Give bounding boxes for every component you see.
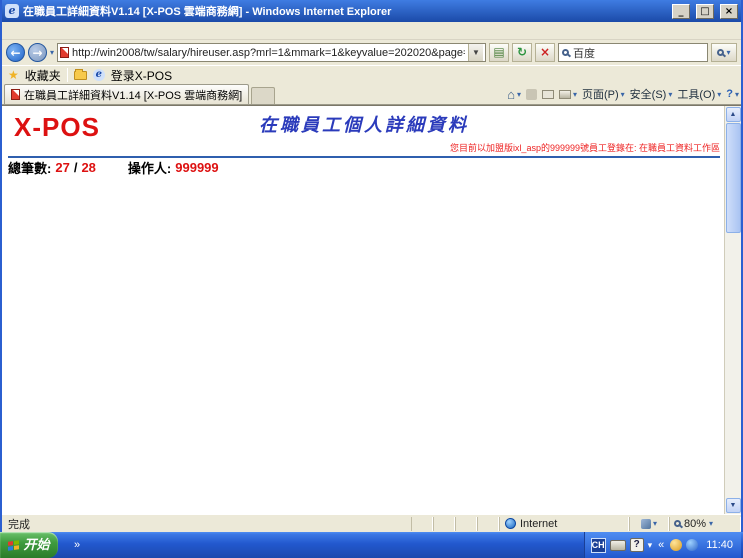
address-field[interactable]: http://win2008/tw/salary/hireuser.asp?mr… [57, 43, 486, 62]
xpos-page: X-POS 在職員工個人詳細資料 您目前以加盟版ixl_asp的999999號員… [2, 106, 724, 514]
zoom-control[interactable]: 80% ▾ [669, 517, 741, 531]
security-zone: Internet [499, 517, 629, 531]
windows-flag-icon [8, 540, 19, 551]
title-bar: e 在職員工詳細資料V1.14 [X-POS 雲端商務網] - Windows … [2, 0, 741, 22]
home-button[interactable]: ⌂▾ [507, 87, 521, 102]
menu-bar [2, 22, 741, 40]
record-slash: / [74, 160, 78, 175]
browser-status-bar: 完成 Internet ▾ 80% ▾ [2, 514, 741, 532]
search-provider-text[interactable]: 百度 [573, 45, 595, 61]
keyboard-icon[interactable] [610, 540, 626, 551]
favorites-star-icon: ★ [8, 68, 19, 82]
status-done-text: 完成 [2, 516, 411, 532]
print-icon [559, 90, 571, 99]
favorites-link-xpos[interactable]: 登录X-POS [111, 67, 172, 84]
new-tab-button[interactable] [251, 87, 275, 104]
favorites-bar: ★ 收藏夹 e 登录X-POS [2, 65, 741, 84]
active-tab[interactable]: 在職員工詳細資料V1.14 [X-POS 雲端商務網] [4, 84, 249, 104]
login-notice-text: 您目前以加盟版ixl_asp的999999號員工登錄在: 在職員工資料工作區 [450, 141, 720, 154]
tab-favicon-icon [11, 89, 20, 100]
operator-id: 999999 [175, 160, 218, 175]
ie-window: e 在職員工詳細資料V1.14 [X-POS 雲端商務網] - Windows … [0, 0, 743, 532]
maximize-button[interactable]: □ [696, 4, 714, 19]
print-button[interactable]: ▾ [559, 90, 577, 99]
tab-title: 在職員工詳細資料V1.14 [X-POS 雲端商務網] [24, 87, 242, 103]
taskbar: 开始 » CH ? ▾ « 11:40 [0, 532, 743, 558]
refresh-button[interactable]: ↻ [512, 43, 532, 62]
tray-app-icon-2[interactable] [686, 539, 698, 551]
help-button[interactable]: ?▾ [726, 88, 739, 100]
safety-menu-button[interactable]: 安全(S)▾ [630, 86, 673, 102]
ie-favicon-icon: e [5, 4, 19, 18]
taskbar-clock: 11:40 [702, 539, 737, 551]
zoom-icon [674, 520, 681, 527]
page-header: X-POS 在職員工個人詳細資料 您目前以加盟版ixl_asp的999999號員… [8, 108, 720, 154]
zoom-level: 80% [684, 518, 706, 530]
desktop: e 在職員工詳細資料V1.14 [X-POS 雲端商務網] - Windows … [0, 0, 743, 558]
minimize-button[interactable]: _ [672, 4, 690, 19]
read-mail-icon[interactable] [542, 90, 554, 99]
scroll-up-icon[interactable]: ▲ [726, 107, 741, 122]
page-content: X-POS 在職員工個人詳細資料 您目前以加盟版ixl_asp的999999號員… [2, 105, 741, 514]
record-status-bar: 總筆數: 27 / 28 操作人: 999999 [8, 159, 720, 176]
window-title: 在職員工詳細資料V1.14 [X-POS 雲端商務網] - Windows In… [23, 3, 666, 19]
help-tray-icon[interactable]: ? [630, 538, 644, 552]
close-button[interactable]: × [720, 4, 738, 19]
function-button-grid [8, 156, 720, 158]
tools-menu-button[interactable]: 工具(O)▾ [677, 86, 721, 102]
search-icon [562, 49, 569, 56]
vertical-scrollbar[interactable]: ▲ ▼ [724, 106, 741, 514]
page-title: 在職員工個人詳細資料 [8, 108, 720, 136]
zone-label: Internet [520, 518, 557, 530]
url-text[interactable]: http://win2008/tw/salary/hireuser.asp?mr… [72, 47, 465, 59]
command-bar: ⌂▾ ▾ 页面(P)▾ 安全(S)▾ 工具(O)▾ ?▾ [507, 86, 739, 104]
language-indicator[interactable]: CH [591, 538, 606, 553]
link-favicon-icon: e [93, 69, 105, 81]
broken-page-icon [60, 47, 69, 58]
record-total: 28 [81, 160, 95, 175]
scrollbar-thumb[interactable] [726, 123, 741, 233]
operator-label: 操作人: [128, 158, 171, 177]
quick-launch-overflow-icon[interactable]: » [72, 539, 82, 551]
system-tray: CH ? ▾ « 11:40 [584, 532, 741, 558]
stop-button[interactable]: × [535, 43, 555, 62]
add-favorites-folder-icon[interactable] [74, 71, 87, 80]
forward-button[interactable]: → [28, 43, 47, 62]
scroll-down-icon[interactable]: ▼ [726, 498, 741, 513]
start-button[interactable]: 开始 [0, 532, 58, 558]
search-input[interactable]: 百度 [558, 43, 708, 62]
home-icon: ⌂ [507, 87, 515, 102]
search-go-button[interactable]: ▾ [711, 43, 737, 62]
compatibility-view-button[interactable]: ▤ [489, 43, 509, 62]
feeds-icon[interactable] [526, 89, 537, 100]
address-dropdown-icon[interactable]: ▼ [468, 44, 483, 61]
address-toolbar: ← → ▾ http://win2008/tw/salary/hireuser.… [2, 40, 741, 65]
tray-app-icon-1[interactable] [670, 539, 682, 551]
xpos-logo: X-POS [14, 114, 100, 140]
protected-mode-icon [641, 519, 651, 529]
tray-tools-icon[interactable]: ▾ [648, 540, 653, 551]
back-button[interactable]: ← [6, 43, 25, 62]
favorites-button[interactable]: 收藏夹 [25, 67, 61, 84]
tab-strip: 在職員工詳細資料V1.14 [X-POS 雲端商務網] ⌂▾ ▾ 页面(P)▾ … [2, 84, 741, 105]
record-current: 27 [55, 160, 69, 175]
record-count-label: 總筆數: [8, 158, 51, 177]
internet-zone-icon [505, 518, 516, 529]
page-menu-button[interactable]: 页面(P)▾ [582, 86, 625, 102]
separator [67, 68, 68, 82]
recent-pages-dropdown-icon[interactable]: ▾ [50, 48, 54, 57]
tray-collapse-icon[interactable]: « [656, 539, 666, 551]
protected-mode-pane[interactable]: ▾ [629, 517, 669, 531]
start-label: 开始 [23, 532, 49, 558]
search-icon [717, 49, 724, 56]
